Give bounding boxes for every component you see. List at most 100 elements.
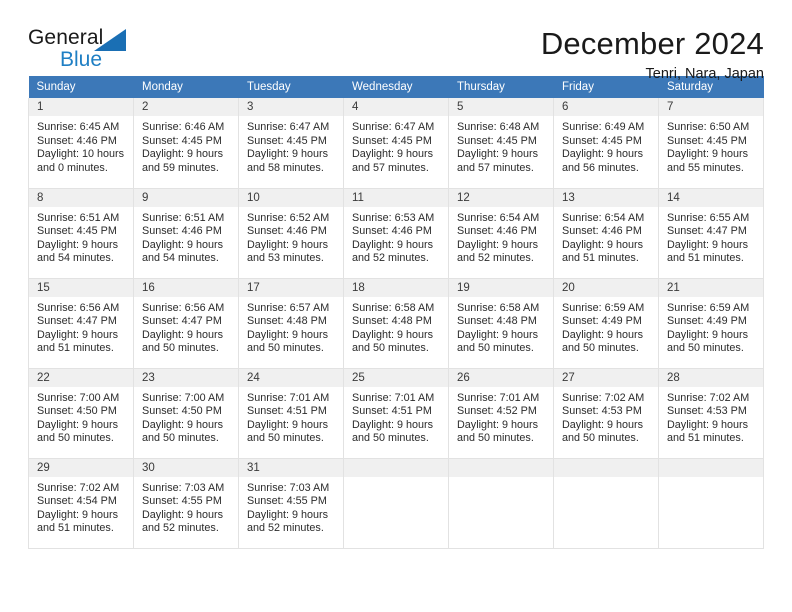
calendar-day-cell[interactable]: 1 Sunrise: 6:45 AM Sunset: 4:46 PM Daylight… xyxy=(28,98,134,189)
daylight-text-line2: and 53 minutes. xyxy=(247,252,324,265)
sunrise-text: Sunrise: 7:03 AM xyxy=(247,481,330,494)
calendar-day-cell[interactable]: 22 Sunrise: 7:00 AM Sunset: 4:50 PM Dayligh… xyxy=(28,368,134,459)
sunset-text: Sunset: 4:46 PM xyxy=(142,225,222,238)
day-number: 10 xyxy=(239,188,343,207)
day-cell-content: 20 Sunrise: 6:59 AM Sunset: 4:49 PM Dayligh… xyxy=(554,278,658,368)
calendar-day-cell[interactable]: 23 Sunrise: 7:00 AM Sunset: 4:50 PM Dayligh… xyxy=(133,368,239,459)
calendar-day-cell[interactable]: 6 Sunrise: 6:49 AM Sunset: 4:45 PM Daylight… xyxy=(553,98,659,189)
day-cell-content: 3 Sunrise: 6:47 AM Sunset: 4:45 PM Daylight… xyxy=(239,98,343,188)
page-header: General Blue December 2024 Tenri, Nara, … xyxy=(28,0,764,82)
day-details: Sunrise: 6:49 AM Sunset: 4:45 PM Daylight:… xyxy=(554,116,658,175)
calendar-day-cell[interactable]: 27 Sunrise: 7:02 AM Sunset: 4:53 PM Dayligh… xyxy=(553,368,659,459)
calendar-day-cell[interactable]: 14 Sunrise: 6:55 AM Sunset: 4:47 PM Dayligh… xyxy=(658,188,764,279)
calendar-day-cell[interactable]: 5 Sunrise: 6:48 AM Sunset: 4:45 PM Daylight… xyxy=(448,98,554,189)
calendar-day-cell[interactable]: 8 Sunrise: 6:51 AM Sunset: 4:45 PM Daylight… xyxy=(28,188,134,279)
day-cell-content: 6 Sunrise: 6:49 AM Sunset: 4:45 PM Daylight… xyxy=(554,98,658,188)
sunrise-text: Sunrise: 7:01 AM xyxy=(457,391,540,404)
daylight-text-line1: Daylight: 9 hours xyxy=(247,238,329,251)
day-cell-content xyxy=(659,458,763,548)
calendar-day-cell[interactable]: 29 Sunrise: 7:02 AM Sunset: 4:54 PM Dayligh… xyxy=(28,458,134,549)
day-number: 14 xyxy=(659,188,763,207)
day-number xyxy=(659,458,763,477)
sunset-text: Sunset: 4:46 PM xyxy=(37,134,117,147)
title-block: December 2024 Tenri, Nara, Japan xyxy=(158,26,764,84)
daylight-text-line2: and 51 minutes. xyxy=(37,342,114,355)
daylight-text-line2: and 52 minutes. xyxy=(142,522,219,535)
calendar-day-cell[interactable]: 2 Sunrise: 6:46 AM Sunset: 4:45 PM Daylight… xyxy=(133,98,239,189)
day-cell-content: 14 Sunrise: 6:55 AM Sunset: 4:47 PM Dayligh… xyxy=(659,188,763,278)
logo-text-general: General xyxy=(28,26,104,49)
day-cell-content xyxy=(554,458,658,548)
calendar-day-cell[interactable]: 20 Sunrise: 6:59 AM Sunset: 4:49 PM Dayligh… xyxy=(553,278,659,369)
calendar-day-cell[interactable]: 24 Sunrise: 7:01 AM Sunset: 4:51 PM Dayligh… xyxy=(238,368,344,459)
sunrise-text: Sunrise: 7:00 AM xyxy=(142,391,225,404)
day-number: 18 xyxy=(344,278,448,297)
calendar-day-cell[interactable]: 7 Sunrise: 6:50 AM Sunset: 4:45 PM Daylight… xyxy=(658,98,764,189)
calendar-day-cell[interactable]: 9 Sunrise: 6:51 AM Sunset: 4:46 PM Daylight… xyxy=(133,188,239,279)
calendar-day-cell[interactable]: 19 Sunrise: 6:58 AM Sunset: 4:48 PM Dayligh… xyxy=(448,278,554,369)
calendar-day-cell[interactable]: 12 Sunrise: 6:54 AM Sunset: 4:46 PM Dayligh… xyxy=(448,188,554,279)
day-cell-content: 23 Sunrise: 7:00 AM Sunset: 4:50 PM Dayligh… xyxy=(134,368,238,458)
daylight-text-line1: Daylight: 9 hours xyxy=(142,148,224,161)
day-number: 6 xyxy=(554,98,658,116)
sunrise-text: Sunrise: 6:47 AM xyxy=(352,121,435,133)
daylight-text-line1: Daylight: 9 hours xyxy=(667,148,749,161)
sunrise-text: Sunrise: 7:00 AM xyxy=(37,391,120,404)
day-number: 12 xyxy=(449,188,553,207)
sunset-text: Sunset: 4:55 PM xyxy=(142,495,222,508)
day-details: Sunrise: 6:56 AM Sunset: 4:47 PM Daylight:… xyxy=(134,297,238,356)
day-details: Sunrise: 7:02 AM Sunset: 4:53 PM Daylight:… xyxy=(554,387,658,446)
daylight-text-line2: and 59 minutes. xyxy=(142,161,219,174)
sunrise-text: Sunrise: 6:50 AM xyxy=(667,121,750,133)
calendar-day-cell[interactable]: 30 Sunrise: 7:03 AM Sunset: 4:55 PM Dayligh… xyxy=(133,458,239,549)
sunrise-text: Sunrise: 6:56 AM xyxy=(142,301,225,314)
day-cell-content: 7 Sunrise: 6:50 AM Sunset: 4:45 PM Daylight… xyxy=(659,98,763,188)
day-number: 4 xyxy=(344,98,448,116)
daylight-text-line2: and 50 minutes. xyxy=(667,342,744,355)
calendar-day-cell[interactable]: 3 Sunrise: 6:47 AM Sunset: 4:45 PM Daylight… xyxy=(238,98,344,189)
calendar-day-cell[interactable]: 4 Sunrise: 6:47 AM Sunset: 4:45 PM Daylight… xyxy=(343,98,449,189)
day-cell-content: 31 Sunrise: 7:03 AM Sunset: 4:55 PM Dayligh… xyxy=(239,458,343,548)
daylight-text-line2: and 51 minutes. xyxy=(667,252,744,265)
daylight-text-line1: Daylight: 9 hours xyxy=(142,418,224,431)
daylight-text-line2: and 57 minutes. xyxy=(352,161,429,174)
day-cell-content: 17 Sunrise: 6:57 AM Sunset: 4:48 PM Dayligh… xyxy=(239,278,343,368)
day-details: Sunrise: 7:01 AM Sunset: 4:51 PM Daylight:… xyxy=(239,387,343,446)
calendar-day-cell[interactable]: 26 Sunrise: 7:01 AM Sunset: 4:52 PM Dayligh… xyxy=(448,368,554,459)
day-number: 16 xyxy=(134,278,238,297)
day-cell-content: 26 Sunrise: 7:01 AM Sunset: 4:52 PM Dayligh… xyxy=(449,368,553,458)
day-details: Sunrise: 6:55 AM Sunset: 4:47 PM Daylight:… xyxy=(659,207,763,266)
day-number: 1 xyxy=(29,98,133,116)
calendar-day-cell[interactable]: 16 Sunrise: 6:56 AM Sunset: 4:47 PM Dayligh… xyxy=(133,278,239,369)
sunrise-text: Sunrise: 6:58 AM xyxy=(457,301,540,314)
calendar-body: 1 Sunrise: 6:45 AM Sunset: 4:46 PM Daylight… xyxy=(28,98,764,549)
daylight-text-line2: and 50 minutes. xyxy=(352,432,429,445)
day-cell-content: 28 Sunrise: 7:02 AM Sunset: 4:53 PM Dayligh… xyxy=(659,368,763,458)
sunrise-text: Sunrise: 7:02 AM xyxy=(562,391,645,404)
calendar-day-cell[interactable]: 18 Sunrise: 6:58 AM Sunset: 4:48 PM Dayligh… xyxy=(343,278,449,369)
calendar-day-cell[interactable]: 25 Sunrise: 7:01 AM Sunset: 4:51 PM Dayligh… xyxy=(343,368,449,459)
calendar-day-cell[interactable]: 17 Sunrise: 6:57 AM Sunset: 4:48 PM Dayligh… xyxy=(238,278,344,369)
sunset-text: Sunset: 4:50 PM xyxy=(142,405,222,418)
day-details: Sunrise: 7:02 AM Sunset: 4:54 PM Daylight:… xyxy=(29,477,133,536)
daylight-text-line2: and 58 minutes. xyxy=(247,161,324,174)
calendar-day-cell[interactable]: 10 Sunrise: 6:52 AM Sunset: 4:46 PM Dayligh… xyxy=(238,188,344,279)
calendar-empty-cell xyxy=(553,458,659,549)
day-number: 8 xyxy=(29,188,133,207)
daylight-text-line1: Daylight: 9 hours xyxy=(562,238,644,251)
calendar-day-cell[interactable]: 31 Sunrise: 7:03 AM Sunset: 4:55 PM Dayligh… xyxy=(238,458,344,549)
sunset-text: Sunset: 4:46 PM xyxy=(457,225,537,238)
calendar-day-cell[interactable]: 11 Sunrise: 6:53 AM Sunset: 4:46 PM Dayligh… xyxy=(343,188,449,279)
sunset-text: Sunset: 4:46 PM xyxy=(562,225,642,238)
calendar-page: General Blue December 2024 Tenri, Nara, … xyxy=(0,0,792,612)
sunset-text: Sunset: 4:51 PM xyxy=(352,405,432,418)
day-number: 9 xyxy=(134,188,238,207)
calendar-day-cell[interactable]: 15 Sunrise: 6:56 AM Sunset: 4:47 PM Dayligh… xyxy=(28,278,134,369)
calendar-day-cell[interactable]: 21 Sunrise: 6:59 AM Sunset: 4:49 PM Dayligh… xyxy=(658,278,764,369)
calendar-week-row: 1 Sunrise: 6:45 AM Sunset: 4:46 PM Daylight… xyxy=(28,98,764,189)
calendar-day-cell[interactable]: 28 Sunrise: 7:02 AM Sunset: 4:53 PM Dayligh… xyxy=(658,368,764,459)
daylight-text-line2: and 50 minutes. xyxy=(457,342,534,355)
general-blue-logo[interactable]: General Blue xyxy=(28,26,158,78)
day-details: Sunrise: 6:46 AM Sunset: 4:45 PM Daylight:… xyxy=(134,116,238,175)
calendar-day-cell[interactable]: 13 Sunrise: 6:54 AM Sunset: 4:46 PM Dayligh… xyxy=(553,188,659,279)
